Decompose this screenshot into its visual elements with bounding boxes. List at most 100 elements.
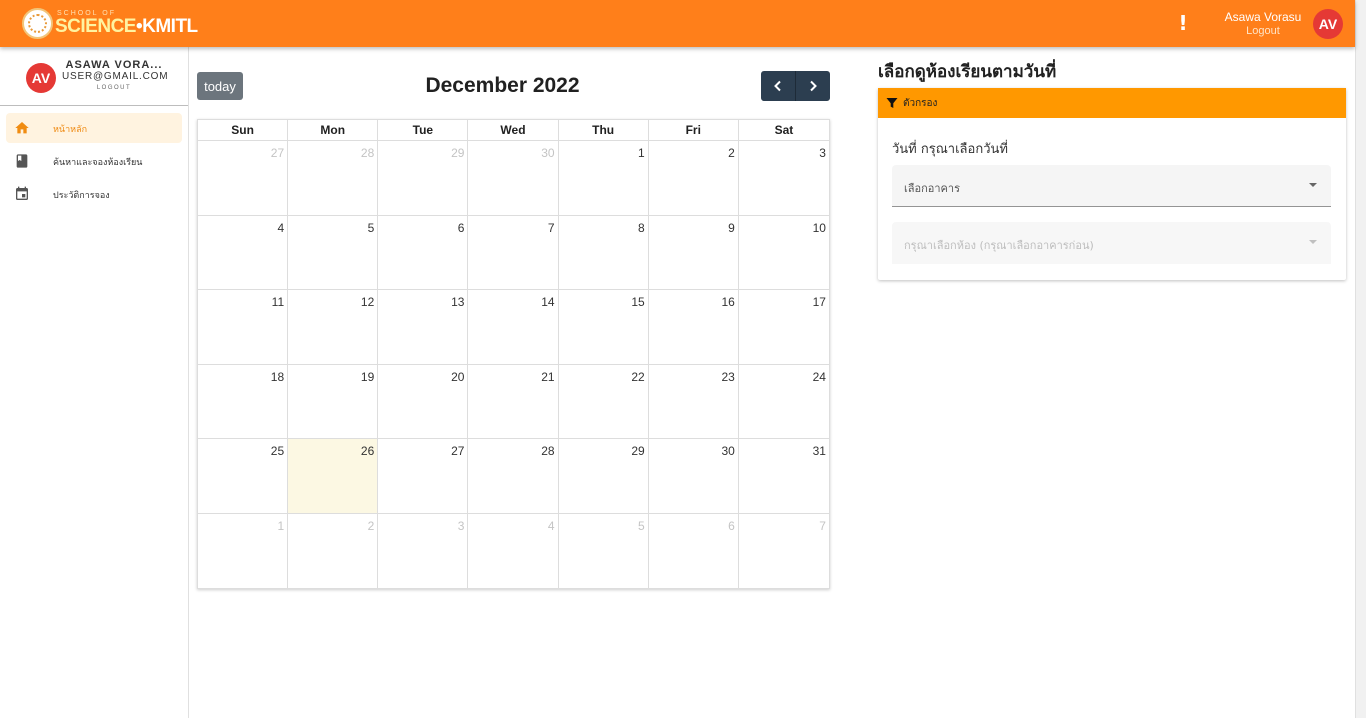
sidebar-user-email: USER@GMAIL.COM — [62, 71, 169, 82]
calendar-day-cell[interactable]: 25 — [198, 439, 289, 513]
filter-card: ตัวกรอง วันที่ กรุณาเลือกวันที่ เลือกอาค… — [878, 88, 1346, 280]
book-icon — [16, 154, 28, 168]
day-number: 13 — [451, 295, 465, 309]
day-number: 26 — [360, 444, 375, 458]
chevron-right-icon — [809, 80, 817, 92]
calendar-day-cell[interactable]: 4 — [468, 513, 559, 588]
filter-header: ตัวกรอง — [878, 88, 1346, 118]
calendar-day-cell[interactable]: 17 — [739, 290, 829, 364]
sidebar: AV ASAWA VORA... USER@GMAIL.COM LOGOUT ห… — [0, 47, 189, 718]
day-number: 5 — [367, 220, 375, 235]
calendar-day-cell[interactable]: 12 — [288, 290, 379, 364]
calendar-day-cell[interactable]: 16 — [649, 290, 739, 364]
calendar-day-cell[interactable]: 3 — [739, 141, 829, 215]
sidebar-item-home[interactable]: หน้าหลัก — [6, 113, 182, 143]
day-number: 27 — [451, 444, 465, 458]
sidebar-item-search-book-room[interactable]: ค้นหาและจองห้องเรียน — [6, 146, 182, 176]
calendar-day-cell[interactable]: 15 — [559, 290, 649, 364]
calendar-day-cell[interactable]: 21 — [468, 364, 559, 438]
calendar-day-cell[interactable]: 9 — [649, 215, 739, 289]
calendar-week-row: 18 19 20 21 22 23 24 — [198, 364, 829, 439]
sidebar-user-name: ASAWA VORA... — [65, 59, 163, 71]
calendar-day-cell[interactable]: 30 — [468, 141, 559, 215]
building-select-value: เลือกอาคาร — [904, 182, 960, 195]
day-number: 2 — [728, 146, 735, 160]
day-number: 15 — [631, 295, 645, 309]
day-number: 2 — [367, 518, 375, 533]
calendar-day-cell[interactable]: 4 — [198, 215, 289, 289]
day-number: 4 — [547, 518, 555, 533]
calendar-day-cell[interactable]: 28 — [288, 141, 379, 215]
calendar-day-cell[interactable]: 28 — [468, 439, 559, 513]
day-number: 28 — [360, 146, 375, 160]
calendar-day-cell[interactable]: 6 — [378, 215, 469, 289]
calendar-day-cell[interactable]: 6 — [649, 513, 739, 588]
calendar-day-cell[interactable]: 30 — [649, 439, 739, 513]
weekday-header: Wed — [468, 120, 559, 140]
calendar-day-cell[interactable]: 29 — [559, 439, 649, 513]
calendar-day-cell[interactable]: 31 — [739, 439, 829, 513]
selected-date-label: วันที่ กรุณาเลือกวันที่ — [892, 142, 1008, 157]
calendar-day-cell[interactable]: 13 — [378, 290, 469, 364]
calendar-day-cell[interactable]: 23 — [649, 364, 739, 438]
calendar-day-cell[interactable]: 8 — [559, 215, 649, 289]
header-avatar[interactable]: AV — [1313, 9, 1343, 39]
day-number: 19 — [360, 369, 375, 384]
calendar-icon — [16, 186, 28, 200]
sidebar-nav: หน้าหลัก ค้นหาและจองห้องเรียน ประวัติการ… — [0, 113, 188, 212]
filter-icon — [886, 98, 898, 108]
day-number: 20 — [451, 369, 465, 384]
calendar-day-cell[interactable]: 27 — [378, 439, 469, 513]
day-number: 29 — [451, 146, 465, 160]
calendar-day-cell[interactable]: 20 — [378, 364, 469, 438]
school-of-science-kmitl-logo[interactable]: SCHOOL OF SCIENCE•KMITL — [22, 8, 198, 40]
calendar-day-cell[interactable]: 11 — [198, 290, 289, 364]
prev-month-button[interactable] — [761, 71, 795, 101]
header-logout-link[interactable]: Logout — [1205, 25, 1321, 37]
day-number: 10 — [812, 220, 826, 235]
calendar-nav-buttons — [761, 71, 830, 101]
sidebar-item-label: หน้าหลัก — [53, 125, 88, 135]
calendar-day-cell[interactable]: 10 — [739, 216, 829, 290]
calendar-day-cell[interactable]: 5 — [559, 513, 649, 588]
room-select[interactable]: กรุณาเลือกห้อง (กรุณาเลือกอาคารก่อน) — [892, 222, 1331, 264]
calendar-week-row: 4 5 6 7 8 9 10 — [198, 215, 829, 290]
calendar-day-cell[interactable]: 3 — [378, 513, 469, 588]
day-number: 16 — [721, 295, 735, 309]
weekday-header: Sat — [774, 123, 794, 137]
today-button[interactable]: today — [197, 72, 243, 100]
kmitl-seal-icon — [22, 8, 53, 39]
next-month-button[interactable] — [795, 71, 829, 101]
calendar-day-cell[interactable]: 18 — [198, 364, 289, 438]
calendar-day-cell[interactable]: 2 — [649, 141, 739, 215]
calendar-day-cell[interactable]: 1 — [198, 513, 289, 588]
day-number: 3 — [457, 518, 465, 533]
calendar-day-cell[interactable]: 1 — [559, 141, 649, 215]
calendar-day-cell[interactable]: 2 — [288, 513, 379, 588]
calendar-day-cell[interactable]: 29 — [378, 141, 469, 215]
day-number: 17 — [812, 295, 826, 309]
dropdown-arrow-icon — [1309, 183, 1317, 187]
sidebar-item-booking-history[interactable]: ประวัติการจอง — [6, 179, 182, 209]
weekday-header: Fri — [649, 120, 739, 140]
calendar-day-cell[interactable]: 7 — [468, 215, 559, 289]
calendar-week-row: 25 26 27 28 29 30 31 — [198, 439, 829, 514]
sidebar-logout-link[interactable]: LOGOUT — [62, 85, 166, 91]
calendar-day-cell[interactable]: 7 — [739, 514, 829, 589]
calendar-day-cell[interactable]: 5 — [288, 215, 379, 289]
page-scrollbar[interactable] — [1355, 0, 1366, 718]
calendar-day-cell[interactable]: 19 — [288, 364, 379, 438]
building-select[interactable]: เลือกอาคาร — [892, 165, 1331, 207]
calendar-day-cell[interactable]: 24 — [739, 365, 829, 439]
day-number: 30 — [541, 146, 555, 160]
day-number: 25 — [270, 444, 285, 458]
calendar-day-cell-today[interactable]: 26 — [288, 439, 379, 513]
notification-alert-icon[interactable]: ! — [1177, 12, 1189, 34]
calendar-day-cell[interactable]: 27 — [198, 141, 289, 215]
calendar-day-cell[interactable]: 22 — [559, 364, 649, 438]
calendar-day-cell[interactable]: 14 — [468, 290, 559, 364]
day-number: 3 — [819, 146, 826, 160]
day-number: 4 — [277, 220, 285, 235]
month-calendar-grid: Sun Mon Tue Wed Thu Fri Sat 27 28 29 30 1 2 3 4 5 6 7 8 9 1… — [197, 119, 830, 589]
sidebar-user-card: AV ASAWA VORA... USER@GMAIL.COM LOGOUT — [0, 47, 188, 106]
